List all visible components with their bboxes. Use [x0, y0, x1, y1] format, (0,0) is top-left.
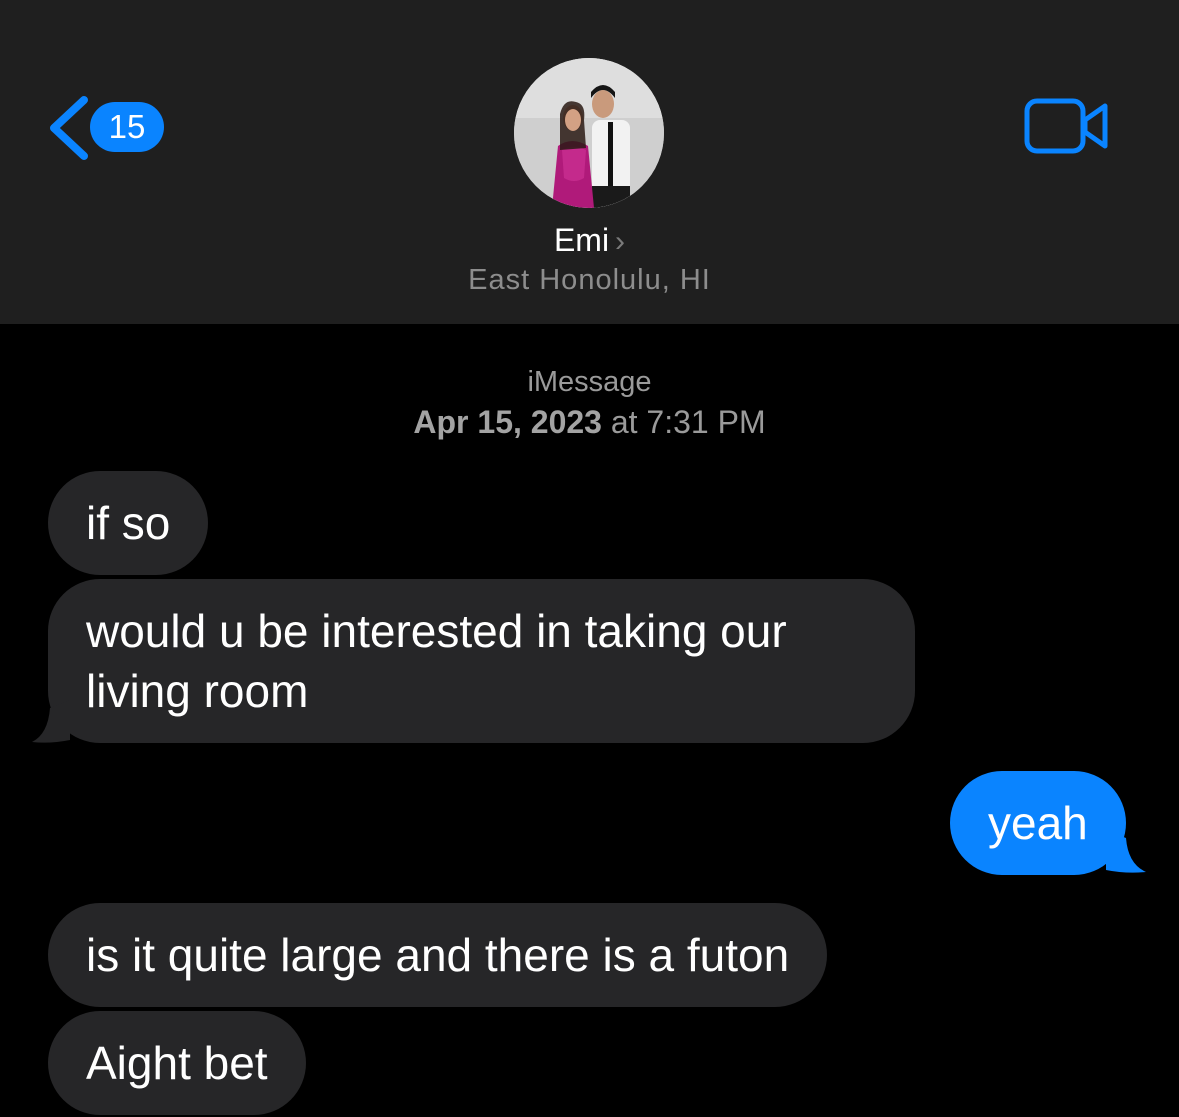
- received-message-bubble[interactable]: Aight bet: [48, 1011, 306, 1115]
- message-text-line: living room: [86, 665, 309, 717]
- message-text: is it quite large and there is a futon: [86, 929, 790, 981]
- facetime-video-button[interactable]: [1024, 98, 1110, 156]
- thread-timestamp: Apr 15, 2023 at 7:31 PM: [0, 404, 1179, 441]
- service-label: iMessage: [527, 366, 652, 398]
- bubble-tail: [1106, 830, 1146, 873]
- contact-location: East Honolulu, HI: [468, 264, 711, 296]
- message-text: if so: [86, 497, 171, 549]
- avatar-photo: [514, 58, 664, 208]
- chevron-left-icon: [50, 96, 88, 160]
- received-message-bubble[interactable]: is it quite large and there is a futon: [48, 903, 828, 1007]
- received-message-bubble[interactable]: would u be interested in taking our livi…: [48, 579, 915, 743]
- received-message-bubble[interactable]: if so: [48, 471, 209, 575]
- video-camera-icon: [1024, 98, 1108, 154]
- back-button[interactable]: 15: [46, 96, 176, 160]
- contact-name-button[interactable]: Emi ›: [0, 222, 1179, 259]
- message-text-line: would u be interested in taking our: [86, 605, 787, 657]
- message-text: Aight bet: [86, 1037, 268, 1089]
- message-text: yeah: [988, 797, 1088, 849]
- timestamp-at: at: [610, 404, 638, 440]
- contact-name: Emi: [553, 222, 610, 258]
- chevron-right-icon: ›: [615, 225, 626, 258]
- contact-avatar[interactable]: [514, 58, 664, 208]
- timestamp-time: 7:31 PM: [646, 404, 766, 440]
- conversation-header: 15 Emi › East Honolulu, HI: [0, 0, 1179, 324]
- bubble-tail: [32, 700, 70, 743]
- unread-count-badge: 15: [90, 102, 164, 152]
- sent-message-bubble[interactable]: yeah: [950, 771, 1126, 875]
- timestamp-date: Apr 15, 2023: [413, 404, 602, 440]
